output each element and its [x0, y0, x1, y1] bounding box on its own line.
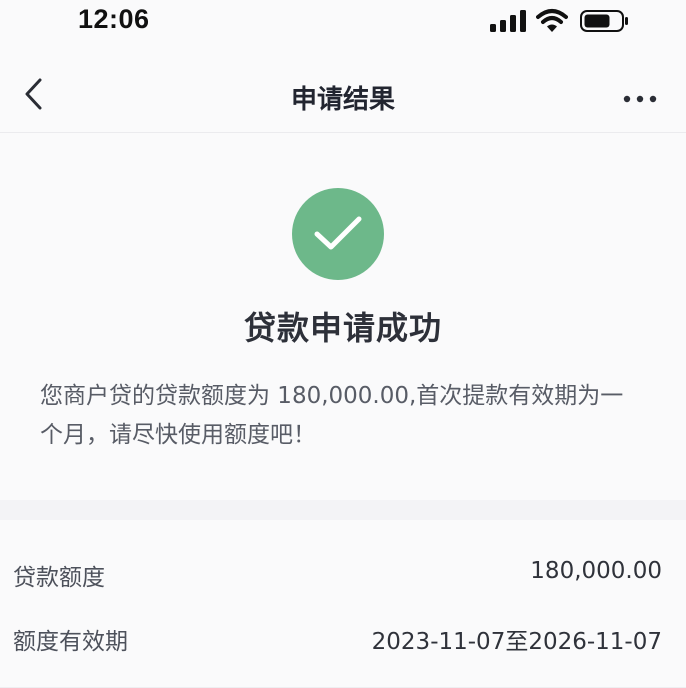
check-circle-icon: [292, 188, 384, 280]
detail-label: 额度有效期: [13, 629, 128, 655]
detail-row-validity-period: 额度有效期 2023-11-07至2026-11-07: [0, 612, 686, 662]
result-message: 您商户贷的贷款额度为 180,000.00,首次提款有效期为一个月，请尽快使用额…: [40, 383, 624, 448]
wifi-icon: [536, 8, 568, 38]
status-bar: 12:06: [0, 0, 686, 50]
detail-value: 180,000.00: [530, 558, 662, 584]
page-title: 申请结果: [290, 85, 395, 115]
more-button[interactable]: [618, 82, 662, 112]
more-horizontal-icon: [623, 88, 657, 107]
battery-icon: [580, 10, 630, 36]
navigation-bar: 申请结果: [0, 62, 686, 133]
result-card: 贷款申请成功 您商户贷的贷款额度为 180,000.00,首次提款有效期为一个月…: [0, 133, 686, 500]
section-divider: [0, 500, 686, 520]
loan-details: 贷款额度 180,000.00 额度有效期 2023-11-07至2026-11…: [0, 520, 686, 688]
status-time: 12:06: [78, 4, 150, 34]
cellular-signal-icon: [490, 10, 526, 36]
result-title: 贷款申请成功: [243, 309, 442, 347]
detail-value: 2023-11-07至2026-11-07: [371, 629, 662, 655]
detail-label: 贷款额度: [13, 565, 105, 591]
detail-row-loan-amount: 贷款额度 180,000.00: [0, 548, 686, 598]
